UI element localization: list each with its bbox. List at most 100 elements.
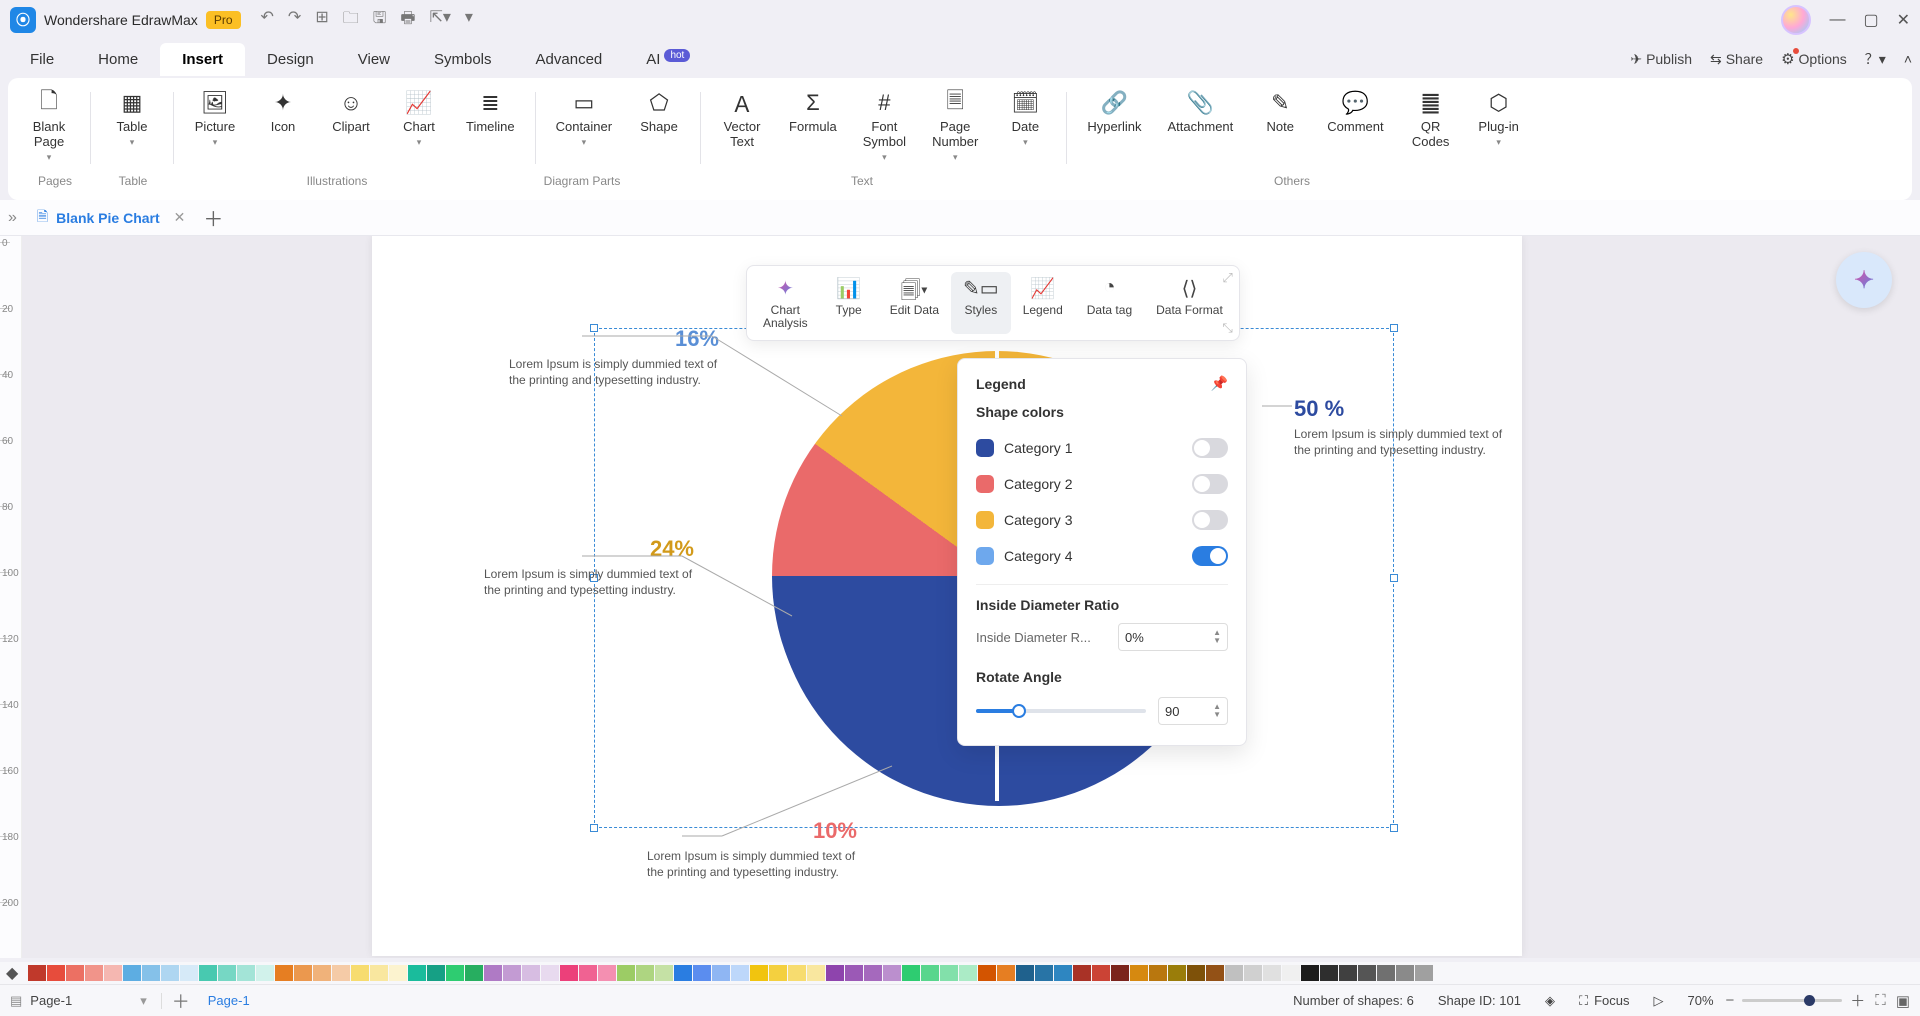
menu-view[interactable]: View: [336, 43, 412, 76]
palette-swatch[interactable]: [123, 965, 141, 981]
undo-icon[interactable]: ↶: [261, 7, 274, 34]
toggle-cat3[interactable]: [1192, 510, 1228, 530]
palette-swatch[interactable]: [1092, 965, 1110, 981]
user-avatar[interactable]: [1781, 5, 1811, 35]
swatch-cat1[interactable]: [976, 439, 994, 457]
timeline-button[interactable]: ≣Timeline: [462, 88, 519, 150]
zoom-slider[interactable]: [1742, 999, 1842, 1002]
note-button[interactable]: ✎Note: [1255, 88, 1305, 152]
palette-swatch[interactable]: [826, 965, 844, 981]
palette-swatch[interactable]: [446, 965, 464, 981]
palette-swatch[interactable]: [807, 965, 825, 981]
font-symbol-button[interactable]: #FontSymbol▾: [859, 88, 910, 165]
qr-button[interactable]: ䷀QRCodes: [1406, 88, 1456, 152]
palette-swatch[interactable]: [275, 965, 293, 981]
palette-swatch[interactable]: [256, 965, 274, 981]
palette-swatch[interactable]: [541, 965, 559, 981]
help-icon[interactable]: ？▾: [1865, 49, 1886, 69]
palette-swatch[interactable]: [161, 965, 179, 981]
rotate-down-icon[interactable]: ▼: [1213, 711, 1221, 719]
data-tag-button[interactable]: ◔Data tag: [1075, 272, 1144, 334]
idr-spinbox[interactable]: 0% ▲▼: [1118, 623, 1228, 651]
palette-swatch[interactable]: [560, 965, 578, 981]
palette-swatch[interactable]: [1415, 965, 1433, 981]
palette-swatch[interactable]: [1225, 965, 1243, 981]
palette-swatch[interactable]: [769, 965, 787, 981]
palette-swatch[interactable]: [1073, 965, 1091, 981]
palette-swatch[interactable]: [1377, 965, 1395, 981]
zoom-in-icon[interactable]: ＋: [1850, 990, 1865, 1011]
styles-button[interactable]: ✎▭Styles: [951, 272, 1011, 334]
palette-swatch[interactable]: [199, 965, 217, 981]
chart-button[interactable]: 📈Chart▾: [394, 88, 444, 150]
menu-home[interactable]: Home: [76, 43, 160, 76]
page-tab[interactable]: Page-1: [208, 993, 250, 1008]
callout-cat4[interactable]: 16% Lorem Ipsum is simply dummied text o…: [509, 326, 719, 388]
container-button[interactable]: ▭Container▾: [552, 88, 616, 150]
palette-swatch[interactable]: [332, 965, 350, 981]
collapse-ribbon-icon[interactable]: ˄: [1904, 51, 1912, 67]
palette-swatch[interactable]: [1187, 965, 1205, 981]
palette-swatch[interactable]: [1016, 965, 1034, 981]
palette-swatch[interactable]: [731, 965, 749, 981]
menu-insert[interactable]: Insert: [160, 43, 245, 76]
clipart-button[interactable]: ☺Clipart: [326, 88, 376, 150]
canvas[interactable]: 50 % Lorem Ipsum is simply dummied text …: [22, 236, 1920, 958]
palette-swatch[interactable]: [1149, 965, 1167, 981]
options-button[interactable]: ⚙ Options: [1781, 50, 1847, 68]
share-button[interactable]: ⇆ Share: [1710, 51, 1763, 68]
date-button[interactable]: 🗓Date▾: [1000, 88, 1050, 165]
palette-swatch[interactable]: [408, 965, 426, 981]
swatch-cat2[interactable]: [976, 475, 994, 493]
icon-button[interactable]: ✦Icon: [258, 88, 308, 150]
toggle-cat4[interactable]: [1192, 546, 1228, 566]
callout-cat1[interactable]: 50 % Lorem Ipsum is simply dummied text …: [1294, 396, 1504, 458]
palette-swatch[interactable]: [237, 965, 255, 981]
palette-swatch[interactable]: [788, 965, 806, 981]
swatch-cat4[interactable]: [976, 547, 994, 565]
page-number-button[interactable]: 🗏PageNumber▾: [928, 88, 982, 165]
save-icon[interactable]: 🖫: [373, 7, 387, 34]
menu-ai[interactable]: AI hot: [624, 43, 712, 76]
redo-icon[interactable]: ↷: [288, 7, 301, 34]
palette-swatch[interactable]: [28, 965, 46, 981]
palette-swatch[interactable]: [959, 965, 977, 981]
palette-swatch[interactable]: [47, 965, 65, 981]
fullscreen-icon[interactable]: ▣: [1896, 992, 1910, 1010]
palette-swatch[interactable]: [693, 965, 711, 981]
blank-page-button[interactable]: 🗋BlankPage▾: [24, 88, 74, 165]
shape-button[interactable]: ⬠Shape: [634, 88, 684, 150]
plugin-button[interactable]: ⬡Plug-in▾: [1474, 88, 1524, 152]
pin-icon[interactable]: 📌: [1211, 375, 1228, 392]
new-icon[interactable]: ⊞: [315, 7, 328, 34]
palette-swatch[interactable]: [1035, 965, 1053, 981]
menu-design[interactable]: Design: [245, 43, 336, 76]
palette-swatch[interactable]: [902, 965, 920, 981]
toggle-cat1[interactable]: [1192, 438, 1228, 458]
palette-swatch[interactable]: [313, 965, 331, 981]
palette-swatch[interactable]: [427, 965, 445, 981]
maximize-icon[interactable]: ▢: [1863, 10, 1878, 30]
document-tab[interactable]: 🗎 Blank Pie Chart ✕: [27, 202, 195, 234]
vector-text-button[interactable]: ＡVectorText: [717, 88, 767, 165]
picture-button[interactable]: 🖼Picture▾: [190, 88, 240, 150]
palette-swatch[interactable]: [940, 965, 958, 981]
palette-swatch[interactable]: [522, 965, 540, 981]
qat-more-icon[interactable]: ▾: [465, 7, 473, 34]
swatch-cat3[interactable]: [976, 511, 994, 529]
palette-swatch[interactable]: [370, 965, 388, 981]
palette-swatch[interactable]: [294, 965, 312, 981]
rotate-slider[interactable]: [976, 709, 1146, 713]
palette-swatch[interactable]: [484, 965, 502, 981]
palette-swatch[interactable]: [997, 965, 1015, 981]
panel-expand-icon[interactable]: »: [8, 209, 17, 227]
legend-button[interactable]: 📈Legend: [1011, 272, 1075, 334]
palette-swatch[interactable]: [598, 965, 616, 981]
palette-swatch[interactable]: [66, 965, 84, 981]
data-format-button[interactable]: ⟨⟩Data Format: [1144, 272, 1235, 334]
palette-swatch[interactable]: [921, 965, 939, 981]
palette-swatch[interactable]: [1244, 965, 1262, 981]
palette-swatch[interactable]: [180, 965, 198, 981]
chart-analysis-button[interactable]: ✦ChartAnalysis: [751, 272, 820, 334]
close-icon[interactable]: ✕: [1897, 10, 1910, 30]
